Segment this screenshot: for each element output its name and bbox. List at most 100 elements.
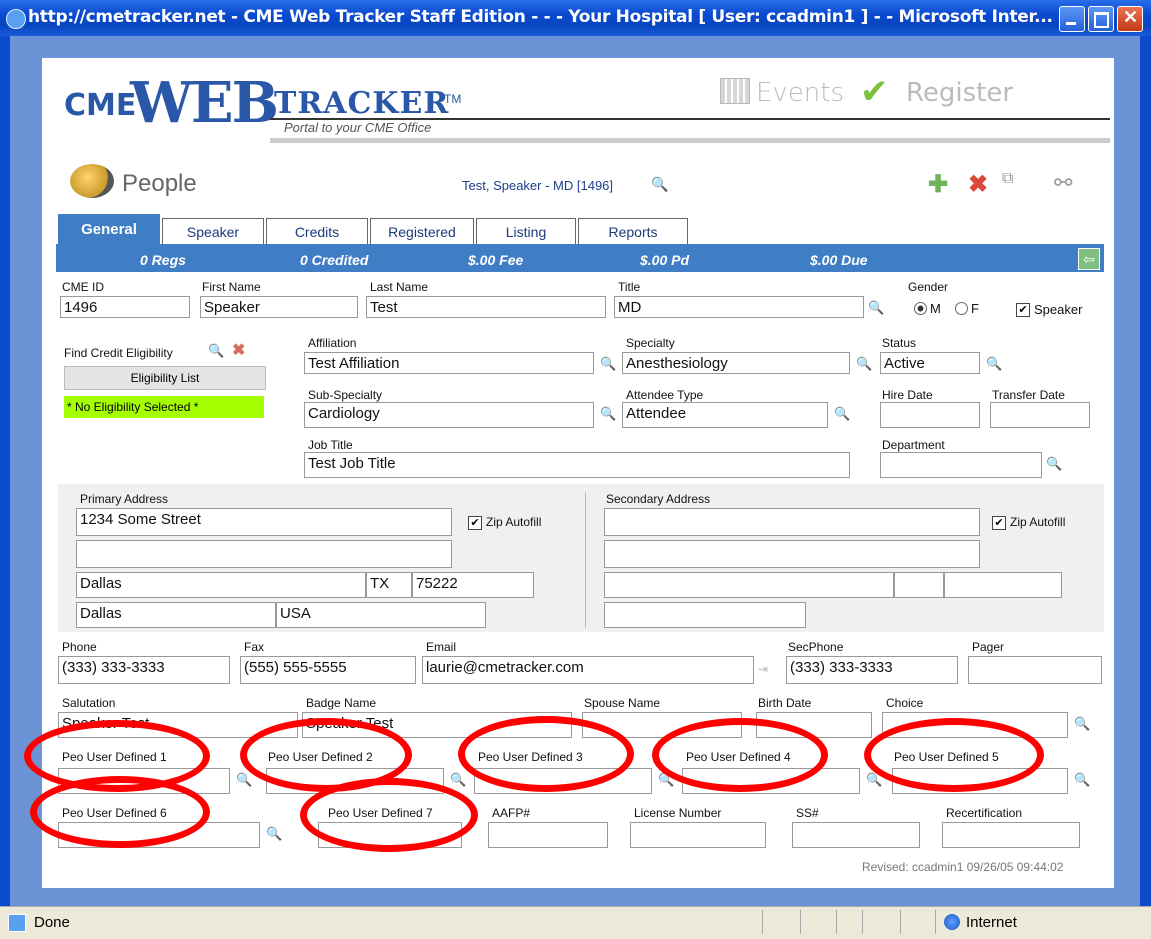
tab-general[interactable]: General xyxy=(58,214,160,245)
transfer-date-field[interactable] xyxy=(990,402,1090,428)
status-divider xyxy=(900,910,901,934)
close-button[interactable]: ✕ xyxy=(1117,6,1143,32)
first-name-field[interactable]: Speaker xyxy=(200,296,358,318)
tab-reports[interactable]: Reports xyxy=(578,218,688,245)
primary-zip-autofill-checkbox[interactable]: ✔ xyxy=(468,516,482,530)
logo-tagline: Portal to your CME Office xyxy=(284,120,432,135)
sub-specialty-field[interactable]: Cardiology xyxy=(304,402,594,428)
annotation-oval xyxy=(864,718,1044,792)
last-name-field[interactable]: Test xyxy=(366,296,606,318)
close-icon: ✕ xyxy=(1123,7,1139,27)
ss-field[interactable] xyxy=(792,822,920,848)
logo-tracker: TRACKER xyxy=(274,86,450,121)
fax-field[interactable]: (555) 555-5555 xyxy=(240,656,416,684)
pager-field[interactable] xyxy=(968,656,1102,684)
license-field[interactable] xyxy=(630,822,766,848)
title-field[interactable]: MD xyxy=(614,296,864,318)
section-title: People xyxy=(122,170,197,197)
affiliation-field[interactable]: Test Affiliation xyxy=(304,352,594,374)
primary-country-field[interactable]: USA xyxy=(276,602,486,628)
speaker-checkbox[interactable]: ✔ xyxy=(1016,303,1030,317)
merge-icon[interactable]: ⚯ xyxy=(1054,170,1072,196)
secondary-zip-autofill-checkbox[interactable]: ✔ xyxy=(992,516,1006,530)
binoculars-icon[interactable]: 🔍 xyxy=(856,356,872,372)
register-link[interactable]: Register xyxy=(906,78,1013,108)
binoculars-icon[interactable]: 🔍 xyxy=(600,406,616,422)
logo-cme: CME xyxy=(64,88,137,123)
stat-pd: $.00 Pd xyxy=(640,252,690,268)
copy-icon[interactable]: ⧉ xyxy=(1002,170,1013,188)
gender-f-radio[interactable] xyxy=(955,302,968,315)
events-link[interactable]: Events xyxy=(756,78,844,108)
minimize-button[interactable] xyxy=(1059,6,1085,32)
maximize-button[interactable] xyxy=(1088,6,1114,32)
recert-field[interactable] xyxy=(942,822,1080,848)
secondary-zip-field[interactable] xyxy=(944,572,1062,598)
specialty-field[interactable]: Anesthesiology xyxy=(622,352,850,374)
people-icon xyxy=(70,164,114,198)
secphone-field[interactable]: (333) 333-3333 xyxy=(786,656,958,684)
stat-fee: $.00 Fee xyxy=(468,252,524,268)
primary-address-line2[interactable] xyxy=(76,540,452,568)
job-title-field[interactable]: Test Job Title xyxy=(304,452,850,478)
aafp-field[interactable] xyxy=(488,822,608,848)
binoculars-icon[interactable]: 🔍 xyxy=(1074,772,1090,788)
hire-date-field[interactable] xyxy=(880,402,980,428)
secondary-city-field[interactable] xyxy=(604,572,894,598)
primary-zip-field[interactable]: 75222 xyxy=(412,572,534,598)
zone-text: Internet xyxy=(966,914,1017,931)
eligibility-status: * No Eligibility Selected * xyxy=(64,396,264,418)
gender-m-radio[interactable] xyxy=(914,302,927,315)
job-title-label: Job Title xyxy=(308,438,353,452)
title-label: Title xyxy=(618,280,641,294)
secondary-county-field[interactable] xyxy=(604,602,806,628)
status-text: Done xyxy=(34,914,70,931)
email-label: Email xyxy=(426,640,457,654)
binoculars-icon[interactable]: 🔍 xyxy=(600,356,616,372)
tab-speaker[interactable]: Speaker xyxy=(162,218,264,245)
revised-stamp: Revised: ccadmin1 09/26/05 09:44:02 xyxy=(862,860,1064,874)
binoculars-icon[interactable]: 🔍 xyxy=(208,343,224,359)
binoculars-icon[interactable]: 🔍 xyxy=(868,300,884,316)
binoculars-icon[interactable]: 🔍 xyxy=(651,176,668,193)
binoculars-icon[interactable]: 🔍 xyxy=(450,772,466,788)
department-field[interactable] xyxy=(880,452,1042,478)
secondary-address-line2[interactable] xyxy=(604,540,980,568)
status-divider xyxy=(762,910,763,934)
choice-label: Choice xyxy=(886,696,924,710)
tab-listing[interactable]: Listing xyxy=(476,218,576,245)
affiliation-label: Affiliation xyxy=(308,336,357,350)
primary-address-line1[interactable]: 1234 Some Street xyxy=(76,508,452,536)
clear-eligibility-icon[interactable]: ✖ xyxy=(232,340,245,360)
primary-state-field[interactable]: TX xyxy=(366,572,412,598)
department-label: Department xyxy=(882,438,945,452)
header-bar xyxy=(270,138,1110,143)
globe-icon xyxy=(944,914,960,930)
add-icon[interactable]: ✚ xyxy=(928,170,948,199)
primary-county-field[interactable]: Dallas xyxy=(76,602,276,628)
cme-id-field[interactable]: 1496 xyxy=(60,296,190,318)
binoculars-icon[interactable]: 🔍 xyxy=(1046,456,1062,472)
binoculars-icon[interactable]: 🔍 xyxy=(236,772,252,788)
email-link-icon[interactable]: ⇥ xyxy=(758,662,768,676)
secondary-state-field[interactable] xyxy=(894,572,944,598)
back-arrow-icon[interactable]: ⇦ xyxy=(1078,248,1100,270)
binoculars-icon[interactable]: 🔍 xyxy=(266,826,282,842)
binoculars-icon[interactable]: 🔍 xyxy=(834,406,850,422)
status-field[interactable]: Active xyxy=(880,352,980,374)
secondary-address-line1[interactable] xyxy=(604,508,980,536)
delete-icon[interactable]: ✖ xyxy=(968,170,988,199)
minimize-icon xyxy=(1066,22,1076,25)
gender-m-label: M xyxy=(930,301,941,316)
attendee-type-field[interactable]: Attendee xyxy=(622,402,828,428)
tab-credits[interactable]: Credits xyxy=(266,218,368,245)
eligibility-list-button[interactable]: Eligibility List xyxy=(64,366,266,390)
binoculars-icon[interactable]: 🔍 xyxy=(1074,716,1090,732)
binoculars-icon[interactable]: 🔍 xyxy=(986,356,1002,372)
tab-registered[interactable]: Registered xyxy=(370,218,474,245)
email-field[interactable]: laurie@cmetracker.com xyxy=(422,656,754,684)
primary-city-field[interactable]: Dallas xyxy=(76,572,366,598)
phone-field[interactable]: (333) 333-3333 xyxy=(58,656,230,684)
maximize-icon xyxy=(1094,12,1109,28)
calendar-icon[interactable] xyxy=(720,78,750,104)
